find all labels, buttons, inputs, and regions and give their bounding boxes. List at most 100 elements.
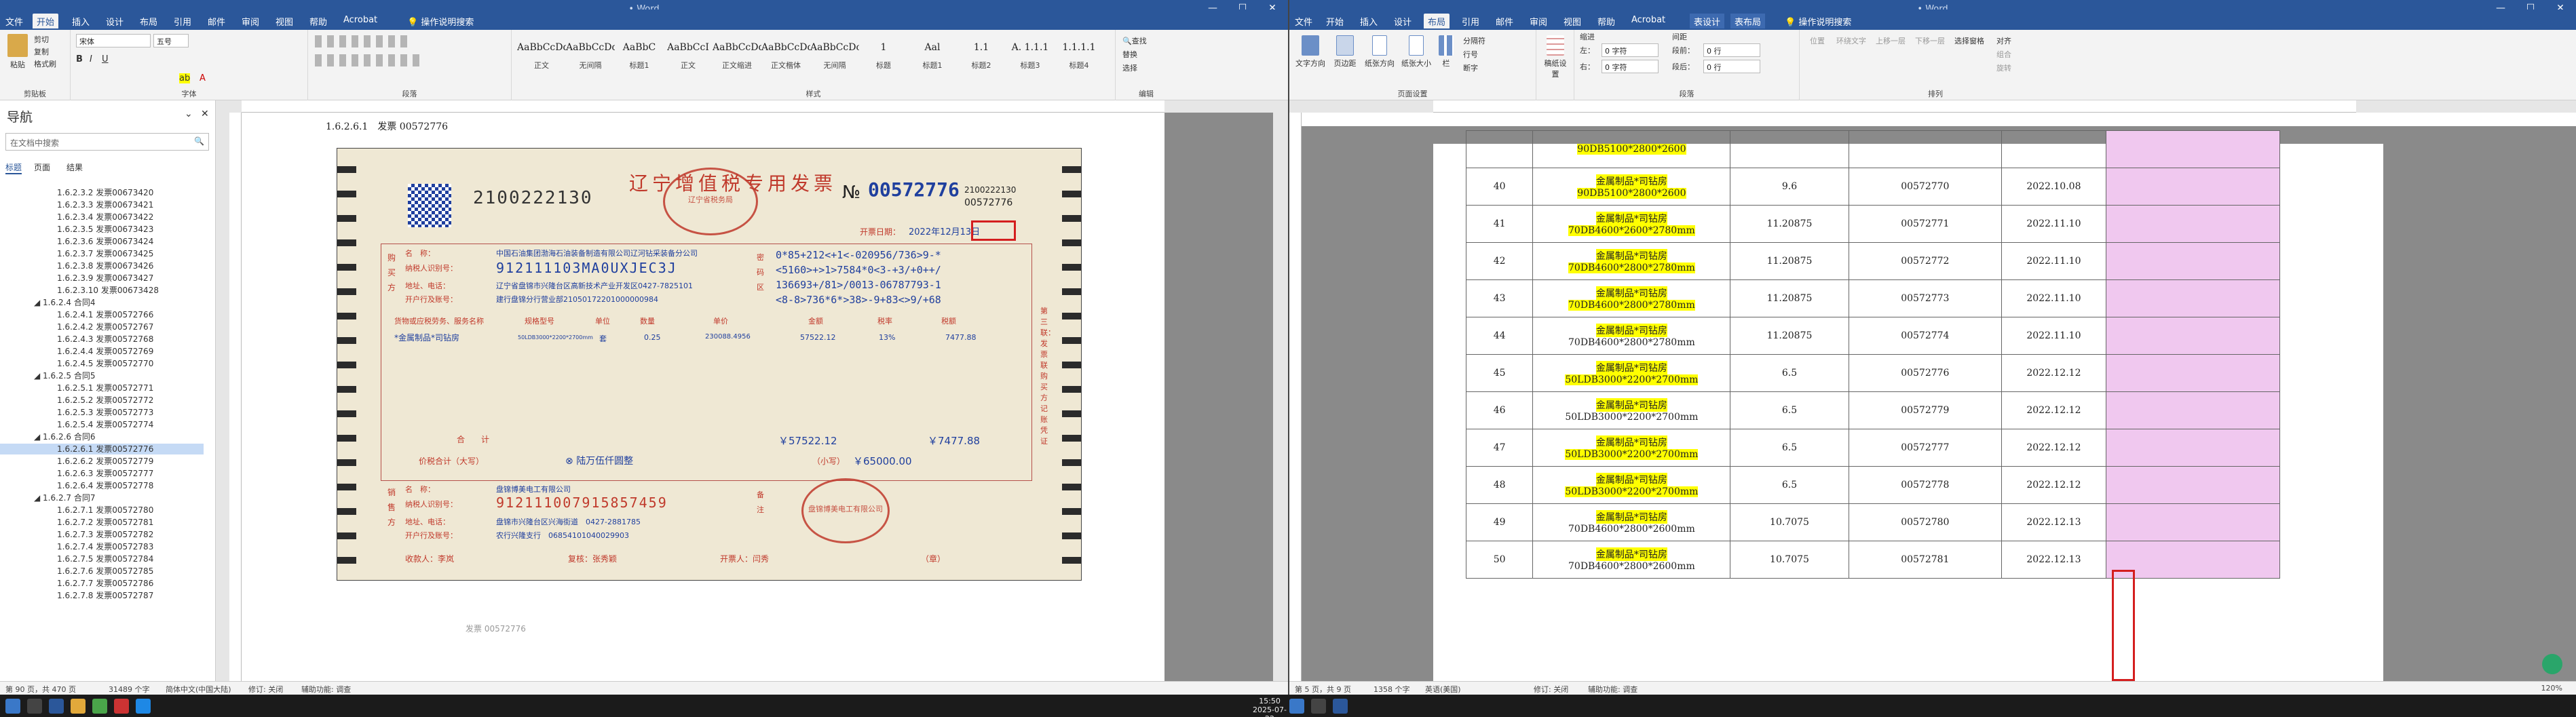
- table-cell[interactable]: 44: [1465, 317, 1534, 355]
- table-cell[interactable]: 00572772: [1848, 242, 2003, 280]
- nav-heading-item[interactable]: 1.6.2.3.9 发票00673427: [0, 273, 204, 284]
- table-cell[interactable]: 金属制品*司钻房 70DB4600*2800*2780mm: [1532, 242, 1731, 280]
- nav-heading-item[interactable]: 1.6.2.3.10 发票00673428: [0, 285, 204, 296]
- nav-heading-item[interactable]: 1.6.2.4.5 发票00572770: [0, 358, 204, 369]
- status-words[interactable]: 31489 个字: [109, 684, 150, 695]
- table-row[interactable]: 48 金属制品*司钻房 50LDB3000*2200*2700mm 6.5 005727…: [1465, 466, 2281, 504]
- tell-me-search[interactable]: 💡 操作说明搜索: [407, 15, 474, 28]
- table-cell[interactable]: 00572770: [1848, 168, 2003, 206]
- table-cell[interactable]: 金属制品*司钻房 70DB4600*2600*2780mm: [1532, 205, 1731, 243]
- table-cell[interactable]: [2001, 130, 2106, 168]
- table-cell[interactable]: 48: [1465, 466, 1534, 504]
- table-cell[interactable]: [2105, 205, 2281, 243]
- nav-heading-item[interactable]: 1.6.2.3.3 发票00673421: [0, 199, 204, 210]
- tab-help[interactable]: 帮助: [305, 14, 331, 28]
- nav-heading-item[interactable]: 1.6.2.5.2 发票00572772: [0, 395, 204, 406]
- vertical-ruler[interactable]: [229, 113, 242, 681]
- status-page[interactable]: 第 5 页，共 9 页: [1295, 684, 1351, 695]
- style-8[interactable]: Aal 标题1: [908, 33, 957, 81]
- table-cell[interactable]: 2022.10.08: [2001, 168, 2106, 206]
- table-cell[interactable]: [2105, 242, 2281, 280]
- table-cell[interactable]: 6.5: [1730, 466, 1849, 504]
- tab-home[interactable]: 开始: [1322, 14, 1348, 28]
- table-cell[interactable]: 00572773: [1848, 279, 2003, 317]
- table-cell[interactable]: 00572776: [1848, 354, 2003, 392]
- table-cell[interactable]: 00572774: [1848, 317, 2003, 355]
- table-cell[interactable]: 2022.12.13: [2001, 503, 2106, 541]
- table-cell[interactable]: [2105, 391, 2281, 429]
- table-cell[interactable]: 00572779: [1848, 391, 2003, 429]
- explorer-icon[interactable]: [71, 699, 86, 714]
- table-cell[interactable]: [2105, 130, 2281, 168]
- nav-heading-item[interactable]: 1.6.2.4.4 发票00572769: [0, 346, 204, 357]
- status-accessibility[interactable]: 辅助功能: 调查: [301, 684, 351, 695]
- table-cell[interactable]: 2022.11.10: [2001, 242, 2106, 280]
- status-page[interactable]: 第 90 页，共 470 页: [5, 684, 76, 695]
- align-button[interactable]: 对齐: [1996, 35, 2011, 46]
- acrobat-icon[interactable]: [114, 699, 129, 714]
- horizontal-ruler-right[interactable]: [1433, 100, 2356, 113]
- table-row[interactable]: 40 金属制品*司钻房 90DB5100*2800*2600 9.6 00572770 2…: [1465, 168, 2281, 206]
- nav-heading-item[interactable]: 1.6.2.4.2 发票00572767: [0, 322, 204, 332]
- tab-mailings[interactable]: 邮件: [204, 14, 229, 28]
- italic-button[interactable]: I: [90, 54, 92, 64]
- table-cell[interactable]: [1730, 130, 1849, 168]
- underline-button[interactable]: U: [102, 54, 109, 64]
- style-6[interactable]: AaBbCcDc 无间隔: [810, 33, 859, 81]
- text-direction-button[interactable]: 文字方向: [1293, 35, 1327, 69]
- copy-button[interactable]: 复制: [34, 46, 49, 57]
- nav-heading-item[interactable]: 1.6.2.3.2 发票00673420: [0, 187, 204, 198]
- nav-heading-item[interactable]: 1.6.2.4.3 发票00572768: [0, 334, 204, 345]
- status-track[interactable]: 修订: 关闭: [248, 684, 283, 695]
- status-language[interactable]: 简体中文(中国大陆): [166, 684, 231, 695]
- nav-heading-item[interactable]: 1.6.2.6.1 发票00572776: [0, 444, 204, 454]
- style-1[interactable]: AaBbCcDd 无间隔: [566, 33, 615, 81]
- table-cell[interactable]: 金属制品*司钻房 90DB5100*2800*2600: [1532, 168, 1731, 206]
- tab-table-layout[interactable]: 表布局: [1730, 14, 1766, 28]
- table-row[interactable]: 43 金属制品*司钻房 70DB4600*2800*2780mm 11.20875 00…: [1465, 279, 2281, 317]
- nav-heading-item[interactable]: 1.6.2.6.4 发票00572778: [0, 480, 204, 491]
- style-11[interactable]: 1.1.1.1 标题4: [1055, 33, 1103, 81]
- replace-button[interactable]: 替换: [1122, 49, 1137, 60]
- send-backward-button[interactable]: 下移一层: [1911, 35, 1949, 46]
- tab-acrobat[interactable]: Acrobat: [1627, 14, 1669, 28]
- table-cell[interactable]: 6.5: [1730, 429, 1849, 467]
- nav-tab-headings[interactable]: 标题: [5, 161, 22, 174]
- nav-heading-item[interactable]: 1.6.2.7.6 发票00572785: [0, 566, 204, 577]
- nav-tab-results[interactable]: 结果: [67, 161, 83, 173]
- paste-button[interactable]: 粘贴: [4, 34, 31, 70]
- table-cell[interactable]: 50: [1465, 541, 1534, 579]
- table-cell[interactable]: 42: [1465, 242, 1534, 280]
- select-button[interactable]: 选择: [1122, 62, 1137, 73]
- style-2[interactable]: AaBbC 标题1: [615, 33, 664, 81]
- start-icon[interactable]: [5, 699, 20, 714]
- nav-heading-item[interactable]: 1.6.2.7.2 发票00572781: [0, 517, 204, 528]
- table-cell[interactable]: 00572780: [1848, 503, 2003, 541]
- table-cell[interactable]: [2105, 168, 2281, 206]
- word-taskbar-icon[interactable]: [49, 699, 64, 714]
- bring-forward-button[interactable]: 上移一层: [1872, 35, 1910, 46]
- table-cell[interactable]: 9.6: [1730, 168, 1849, 206]
- spacing-after-input[interactable]: 0 行: [1703, 60, 1760, 73]
- nav-close-icon[interactable]: ✕: [201, 109, 209, 119]
- system-clock[interactable]: 15:502025-07-22: [1253, 697, 1287, 717]
- format-painter-button[interactable]: 格式刷: [34, 58, 56, 69]
- tab-home[interactable]: 开始: [33, 14, 59, 28]
- tab-view[interactable]: 视图: [271, 14, 297, 28]
- table-cell[interactable]: 11.20875: [1730, 205, 1849, 243]
- table-cell[interactable]: 41: [1465, 205, 1534, 243]
- style-4[interactable]: AaBbCcDd 正文缩进: [713, 33, 761, 81]
- nav-heading-item[interactable]: 1.6.2.6.3 发票00572777: [0, 468, 204, 479]
- table-cell[interactable]: 2022.11.10: [2001, 317, 2106, 355]
- nav-heading-item[interactable]: 1.6.2.5.4 发票00572774: [0, 419, 204, 430]
- nav-heading-item[interactable]: 1.6.2.3.8 发票00673426: [0, 260, 204, 271]
- nav-heading-item[interactable]: 1.6.2.5.3 发票00572773: [0, 407, 204, 418]
- tab-design[interactable]: 设计: [1390, 14, 1416, 28]
- table-cell[interactable]: 金属制品*司钻房 70DB4600*2800*2600mm: [1532, 541, 1731, 579]
- manuscript-button[interactable]: 稿纸设置: [1542, 35, 1569, 79]
- tab-design[interactable]: 设计: [102, 14, 128, 28]
- tab-layout[interactable]: 布局: [1424, 14, 1450, 28]
- table-cell[interactable]: 6.5: [1730, 391, 1849, 429]
- tab-insert[interactable]: 插入: [68, 14, 94, 28]
- table-cell[interactable]: 金属制品*司钻房 50LDB3000*2200*2700mm: [1532, 466, 1731, 504]
